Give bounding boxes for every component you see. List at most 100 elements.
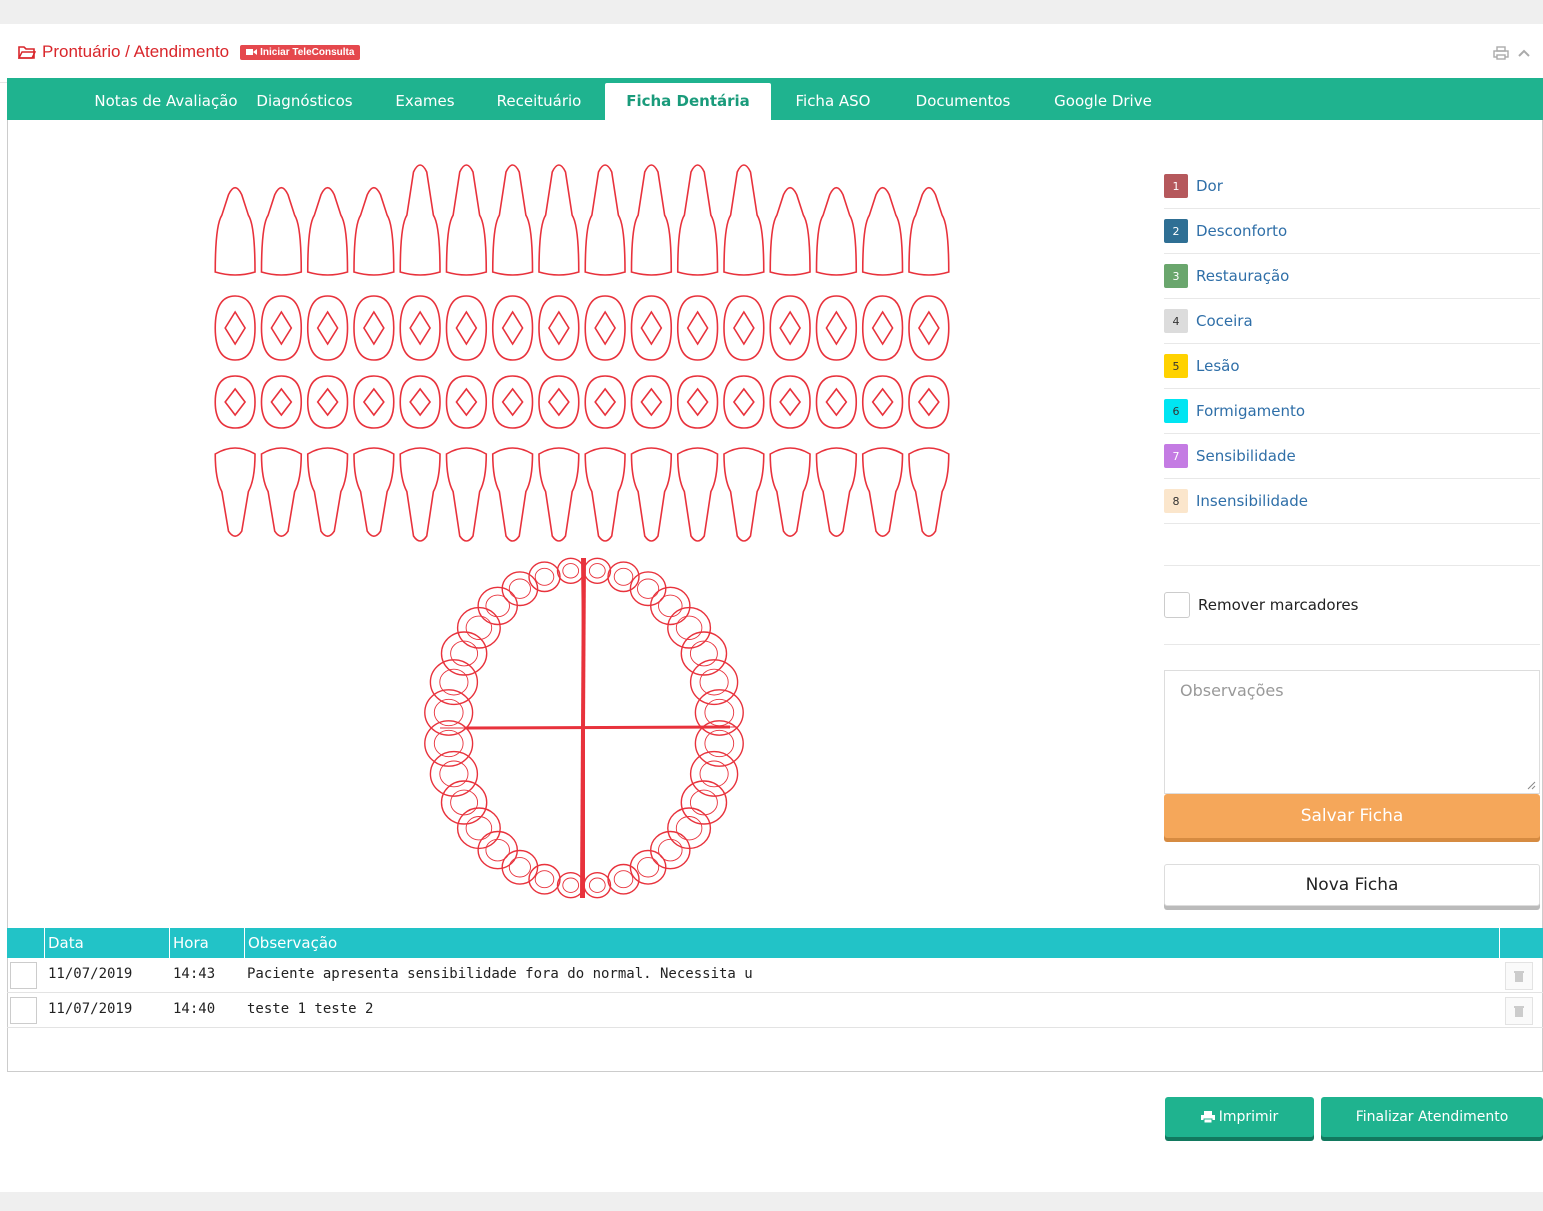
tooth[interactable]	[399, 447, 441, 542]
occlusal-tooth[interactable]	[680, 780, 728, 825]
tooth[interactable]	[676, 295, 719, 361]
tab-google-drive[interactable]: Google Drive	[1037, 83, 1169, 120]
tooth[interactable]	[676, 164, 719, 276]
tooth[interactable]	[676, 375, 719, 429]
tooth[interactable]	[861, 186, 904, 276]
tooth[interactable]	[353, 295, 395, 361]
col-header-observacao[interactable]: Observação	[248, 934, 337, 952]
tooth[interactable]	[260, 186, 303, 276]
tooth[interactable]	[861, 375, 904, 429]
remove-markers-checkbox[interactable]	[1164, 592, 1190, 618]
tooth[interactable]	[306, 447, 349, 537]
occlusal-tooth[interactable]	[456, 606, 501, 649]
tooth[interactable]	[306, 186, 349, 276]
occlusal-tooth[interactable]	[440, 780, 488, 825]
tooth[interactable]	[353, 447, 395, 537]
tab-ficha-dentaria[interactable]: Ficha Dentária	[605, 83, 771, 120]
legend-item-restauracao[interactable]: 3 Restauração	[1164, 254, 1540, 299]
tooth[interactable]	[769, 186, 811, 276]
tooth[interactable]	[630, 295, 673, 361]
tooth[interactable]	[306, 375, 349, 429]
delete-row-button[interactable]	[1505, 962, 1533, 990]
tooth[interactable]	[353, 375, 395, 429]
occlusal-tooth[interactable]	[607, 863, 640, 895]
delete-row-button[interactable]	[1505, 997, 1533, 1025]
tooth[interactable]	[861, 295, 904, 361]
tooth[interactable]	[815, 375, 858, 429]
tooth[interactable]	[815, 186, 858, 276]
tooth[interactable]	[630, 164, 673, 276]
tooth[interactable]	[445, 447, 488, 542]
tooth[interactable]	[908, 295, 950, 361]
tooth[interactable]	[769, 375, 811, 429]
tooth[interactable]	[260, 447, 303, 537]
tooth[interactable]	[214, 186, 256, 276]
occlusal-tooth[interactable]	[583, 557, 612, 584]
occlusal-tooth[interactable]	[607, 561, 640, 593]
print-icon[interactable]	[1493, 46, 1509, 60]
dental-chart[interactable]	[200, 138, 970, 918]
tooth[interactable]	[815, 447, 858, 537]
tooth[interactable]	[260, 295, 303, 361]
tooth[interactable]	[723, 375, 765, 429]
tooth[interactable]	[584, 375, 626, 429]
legend-item-lesao[interactable]: 5 Lesão	[1164, 344, 1540, 389]
tooth[interactable]	[399, 295, 441, 361]
tooth[interactable]	[214, 295, 256, 361]
tooth[interactable]	[769, 447, 811, 537]
occlusal-tooth[interactable]	[629, 849, 667, 885]
tooth[interactable]	[908, 375, 950, 429]
legend-item-dor[interactable]: 1 Dor	[1164, 164, 1540, 209]
occlusal-tooth[interactable]	[556, 872, 585, 899]
tooth[interactable]	[491, 164, 534, 276]
tooth[interactable]	[584, 295, 626, 361]
finish-appointment-button[interactable]: Finalizar Atendimento	[1321, 1097, 1543, 1137]
tooth[interactable]	[445, 375, 488, 429]
tab-ficha-aso[interactable]: Ficha ASO	[781, 83, 885, 120]
tooth[interactable]	[815, 295, 858, 361]
tooth[interactable]	[399, 164, 441, 276]
col-header-data[interactable]: Data	[48, 934, 84, 952]
occlusal-tooth[interactable]	[689, 659, 739, 706]
tooth[interactable]	[861, 447, 904, 537]
tab-receituario[interactable]: Receituário	[483, 83, 595, 120]
tooth[interactable]	[491, 375, 534, 429]
occlusal-tooth[interactable]	[528, 561, 561, 593]
occlusal-tooth[interactable]	[429, 659, 479, 706]
tooth[interactable]	[723, 164, 765, 276]
tooth[interactable]	[399, 375, 441, 429]
observacoes-textarea[interactable]: Observações	[1164, 670, 1540, 794]
tooth[interactable]	[260, 375, 303, 429]
resize-handle-icon[interactable]	[1526, 780, 1536, 790]
legend-item-formigamento[interactable]: 6 Formigamento	[1164, 389, 1540, 434]
tooth[interactable]	[723, 447, 765, 542]
occlusal-tooth[interactable]	[528, 863, 561, 895]
save-chart-button[interactable]: Salvar Ficha	[1164, 794, 1540, 838]
table-row[interactable]: 11/07/2019 14:40 teste 1 teste 2	[7, 993, 1543, 1028]
tab-exames[interactable]: Exames	[380, 83, 470, 120]
tooth[interactable]	[445, 164, 488, 276]
tooth[interactable]	[584, 164, 626, 276]
row-checkbox[interactable]	[10, 997, 37, 1024]
tab-documentos[interactable]: Documentos	[899, 83, 1027, 120]
legend-item-insensibilidade[interactable]: 8 Insensibilidade	[1164, 479, 1540, 524]
legend-item-coceira[interactable]: 4 Coceira	[1164, 299, 1540, 344]
tooth[interactable]	[584, 447, 626, 542]
occlusal-tooth[interactable]	[440, 631, 488, 676]
occlusal-tooth[interactable]	[501, 571, 539, 607]
row-checkbox[interactable]	[10, 962, 37, 989]
tooth[interactable]	[769, 295, 811, 361]
legend-item-sensibilidade[interactable]: 7 Sensibilidade	[1164, 434, 1540, 479]
legend-item-desconforto[interactable]: 2 Desconforto	[1164, 209, 1540, 254]
tooth[interactable]	[306, 295, 349, 361]
tooth[interactable]	[630, 375, 673, 429]
tooth[interactable]	[908, 447, 950, 537]
tooth[interactable]	[491, 447, 534, 542]
tooth[interactable]	[538, 295, 580, 361]
col-header-hora[interactable]: Hora	[173, 934, 209, 952]
occlusal-tooth[interactable]	[667, 606, 712, 649]
tooth[interactable]	[491, 295, 534, 361]
occlusal-tooth[interactable]	[689, 750, 739, 797]
print-button[interactable]: Imprimir	[1165, 1097, 1314, 1137]
tooth[interactable]	[445, 295, 488, 361]
